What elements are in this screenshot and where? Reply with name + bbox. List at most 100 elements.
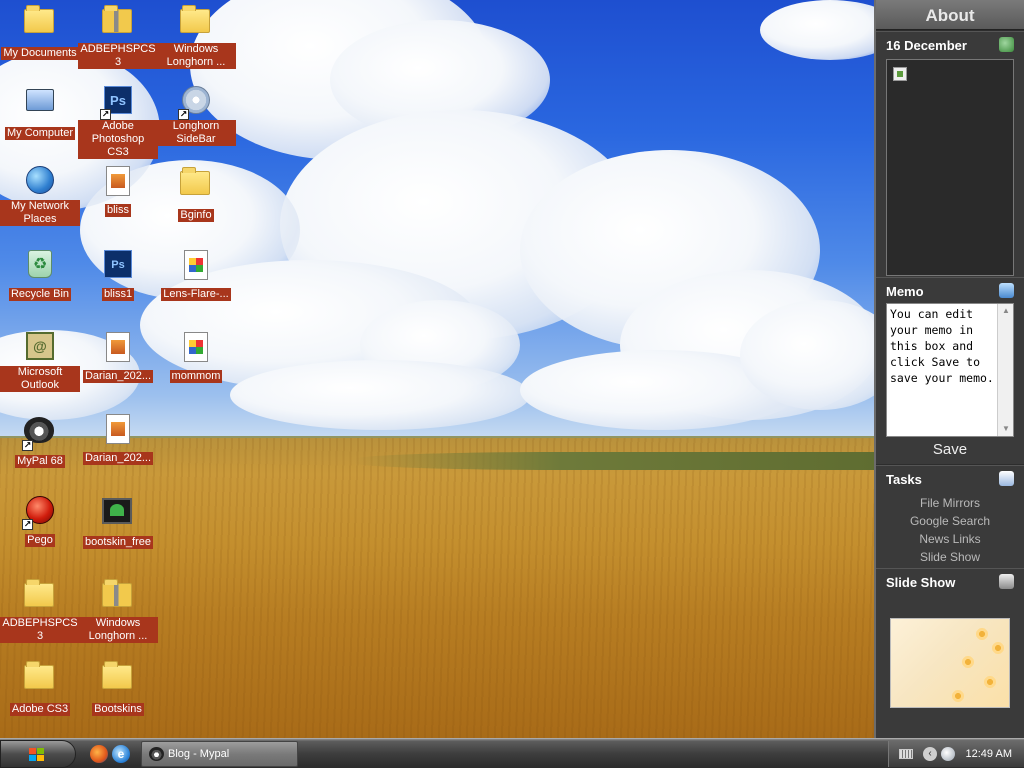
slideshow-image[interactable] xyxy=(890,618,1010,708)
network-status-icon[interactable] xyxy=(941,747,955,761)
scroll-up-arrow-icon[interactable]: ▲ xyxy=(998,304,1014,318)
sidebar-header[interactable]: About xyxy=(876,0,1024,30)
icon-label: Darian_202... xyxy=(82,452,154,465)
task-link-google-search[interactable]: Google Search xyxy=(876,512,1024,530)
firefox-icon[interactable] xyxy=(90,745,108,763)
cloud xyxy=(230,360,530,430)
bootskin-icon xyxy=(102,498,134,530)
folder-icon xyxy=(102,661,134,697)
windows-logo-icon xyxy=(29,748,45,762)
memo-textarea[interactable]: You can edit your memo in this box and c… xyxy=(886,303,1014,437)
flower-graphic xyxy=(951,689,965,703)
folder-icon xyxy=(180,5,212,41)
desktop-icon-darian-2[interactable]: Darian_202... xyxy=(78,414,158,466)
image-file-icon xyxy=(102,166,134,198)
icon-label: Bootskins xyxy=(92,703,144,716)
folder-icon xyxy=(180,167,212,203)
icon-label: Windows Longhorn ... xyxy=(156,43,236,69)
taskbar: e Blog - Mypal ‹ 12:49 AM xyxy=(0,738,1024,768)
slideshow-gadget-icon[interactable] xyxy=(999,574,1014,589)
task-link-slide-show[interactable]: Slide Show xyxy=(876,548,1024,566)
tasks-title: Tasks xyxy=(876,466,1024,490)
desktop-icon-pego[interactable]: ↗ Pego xyxy=(0,496,80,548)
desktop-icon-my-computer[interactable]: My Computer xyxy=(0,86,80,141)
tasks-gadget-icon[interactable] xyxy=(999,471,1014,486)
icon-label: Darian_202... xyxy=(82,370,154,383)
icon-label: My Documents xyxy=(1,47,79,60)
system-tray: ‹ 12:49 AM xyxy=(888,741,1024,767)
my-computer-icon xyxy=(24,89,56,121)
image-file-icon xyxy=(180,250,212,282)
desktop-icon-mypal[interactable]: ↗ MyPal 68 xyxy=(0,414,80,469)
tasks-list: File Mirrors Google Search News Links Sl… xyxy=(876,490,1024,566)
icon-label: Adobe Photoshop CS3 xyxy=(78,120,158,159)
icon-label: bootskin_free xyxy=(82,536,154,549)
desktop-icon-windows-longhorn-zip[interactable]: Windows Longhorn ... xyxy=(78,578,158,644)
taskbar-window-button[interactable]: Blog - Mypal xyxy=(141,741,298,767)
network-places-icon xyxy=(24,166,56,198)
flower-graphic xyxy=(975,627,989,641)
internet-explorer-icon[interactable]: e xyxy=(112,745,130,763)
keyboard-icon[interactable] xyxy=(899,749,913,759)
desktop-icon-adobe-photoshop[interactable]: Ps ↗ Adobe Photoshop CS3 xyxy=(78,86,158,160)
taskbar-window-title: Blog - Mypal xyxy=(168,748,230,760)
icon-label: Adobe CS3 xyxy=(9,703,71,716)
scroll-down-arrow-icon[interactable]: ▼ xyxy=(998,422,1014,436)
desktop-icon-microsoft-outlook[interactable]: @ Microsoft Outlook xyxy=(0,332,80,393)
tasks-title-text: Tasks xyxy=(886,472,922,487)
desktop-icon-bliss1[interactable]: Ps bliss1 xyxy=(78,250,158,302)
desktop-icon-adobe-cs3[interactable]: Adobe CS3 xyxy=(0,660,80,717)
broken-image-icon xyxy=(893,67,907,81)
icon-label: Recycle Bin xyxy=(8,288,72,301)
image-file-icon xyxy=(102,332,134,364)
icon-label: Lens-Flare-... xyxy=(161,288,231,301)
memo-scrollbar[interactable]: ▲ ▼ xyxy=(997,304,1013,436)
tray-expand-icon[interactable]: ‹ xyxy=(923,747,937,761)
memo-title-text: Memo xyxy=(886,284,924,299)
my-documents-icon xyxy=(24,5,56,41)
desktop-icon-adbephspcs3-folder[interactable]: ADBEPHSPCS3 xyxy=(0,578,80,644)
desktop-icon-recycle-bin[interactable]: ♻ Recycle Bin xyxy=(0,250,80,302)
desktop-icon-windows-longhorn-folder[interactable]: Windows Longhorn ... xyxy=(156,4,236,70)
memo-save-button[interactable]: Save xyxy=(876,441,1024,458)
cd-icon: ↗ xyxy=(178,86,212,120)
task-link-file-mirrors[interactable]: File Mirrors xyxy=(876,494,1024,512)
desktop-icon-longhorn-sidebar[interactable]: ↗ Longhorn SideBar xyxy=(156,86,236,147)
desktop-icon-bootskins[interactable]: Bootskins xyxy=(78,660,158,717)
desktop-icon-bliss[interactable]: bliss xyxy=(78,166,158,218)
slideshow-gadget: Slide Show xyxy=(876,568,1024,738)
taskbar-clock[interactable]: 12:49 AM xyxy=(966,741,1012,767)
desktop-icon-lens-flare[interactable]: Lens-Flare-... xyxy=(156,250,236,302)
task-link-news-links[interactable]: News Links xyxy=(876,530,1024,548)
calendar-gadget-icon[interactable] xyxy=(999,37,1014,52)
desktop-icon-my-documents[interactable]: My Documents xyxy=(0,4,80,61)
calendar-title: 16 December xyxy=(876,32,1024,56)
folder-icon xyxy=(24,579,56,615)
mypal-icon xyxy=(149,747,164,761)
icon-label: Windows Longhorn ... xyxy=(78,617,158,643)
outlook-icon: @ xyxy=(24,332,56,364)
icon-label: bliss1 xyxy=(101,288,135,301)
desktop-icon-adbephspcs3-zip[interactable]: ADBEPHSPCS3 xyxy=(78,4,158,70)
calendar-gadget: 16 December xyxy=(876,31,1024,277)
desktop-icon-bginfo[interactable]: Bginfo xyxy=(156,166,236,223)
desktop-icon-bootskin-free[interactable]: bootskin_free xyxy=(78,496,158,550)
desktop-icon-my-network-places[interactable]: My Network Places xyxy=(0,166,80,227)
memo-gadget: Memo You can edit your memo in this box … xyxy=(876,277,1024,464)
shortcut-arrow-icon: ↗ xyxy=(22,519,33,530)
icon-label: Microsoft Outlook xyxy=(0,366,80,392)
flower-graphic xyxy=(991,641,1005,655)
desktop-icon-darian-1[interactable]: Darian_202... xyxy=(78,332,158,384)
photoshop-icon: Ps ↗ xyxy=(100,86,134,120)
start-button[interactable] xyxy=(0,740,76,768)
zip-folder-icon xyxy=(102,579,134,615)
memo-gadget-icon[interactable] xyxy=(999,283,1014,298)
shortcut-arrow-icon: ↗ xyxy=(22,440,33,451)
icon-label: bliss xyxy=(104,204,131,217)
desktop-icon-mommom[interactable]: mommom xyxy=(156,332,236,384)
calendar-view xyxy=(886,59,1014,276)
shortcut-arrow-icon: ↗ xyxy=(178,109,189,120)
flower-graphic xyxy=(983,675,997,689)
icon-label: Pego xyxy=(25,534,55,547)
image-file-icon xyxy=(102,414,134,446)
